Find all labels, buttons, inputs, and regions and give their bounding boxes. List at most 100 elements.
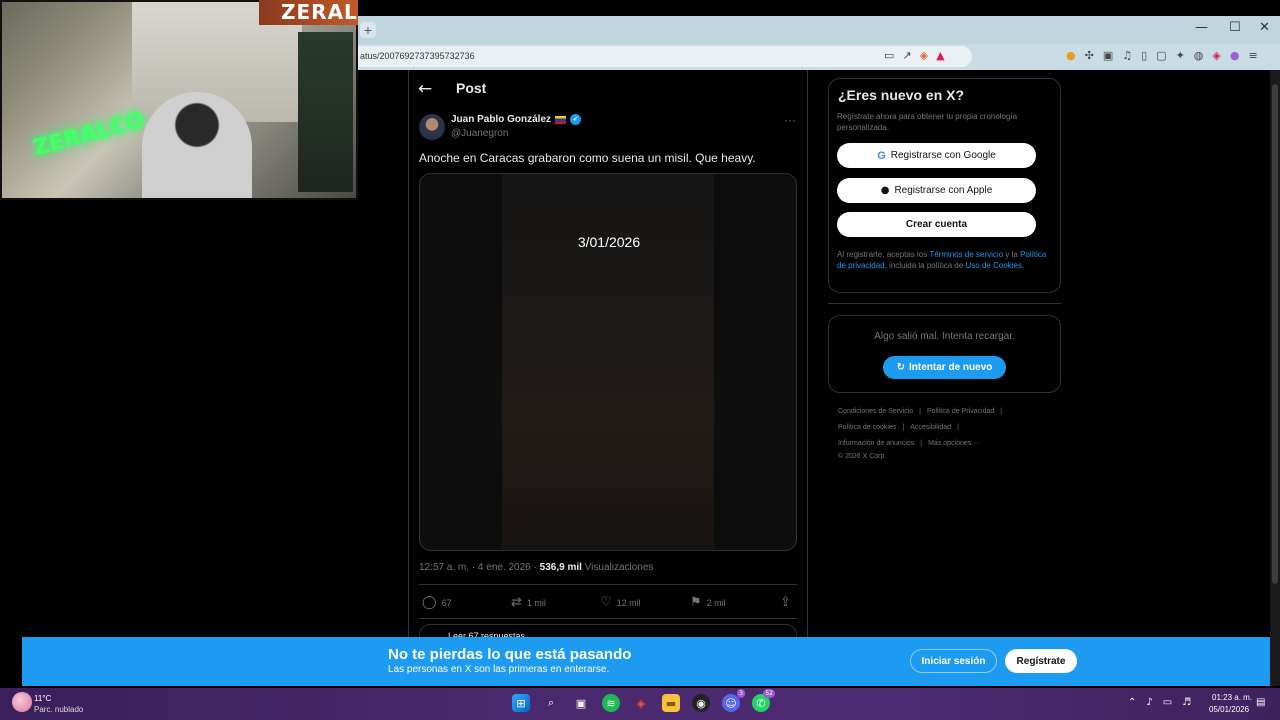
author-name[interactable]: Juan Pablo González: [451, 114, 551, 125]
bookmark-button[interactable]: ⚑ 2 mil: [690, 595, 726, 610]
login-button[interactable]: Iniciar sesión: [910, 649, 997, 673]
tweet-text: Anoche en Caracas grabaron como suena un…: [419, 151, 756, 165]
legal-mid2: , incluida la política de: [884, 261, 966, 270]
register-button[interactable]: Regístrate: [1005, 649, 1077, 673]
like-button[interactable]: ♡ 12 mil: [600, 595, 641, 610]
tweet-video[interactable]: 3/01/2026: [419, 173, 797, 551]
search-icon[interactable]: ⌕: [542, 694, 560, 712]
repost-button[interactable]: ⇄ 1 mil: [511, 595, 546, 610]
tweet-metadata: 12:57 a. m. · 4 ene. 2026 · 536,9 mil Vi…: [419, 562, 653, 573]
vpn-icon[interactable]: ◍: [1194, 49, 1204, 62]
rewards-icon[interactable]: ▲: [936, 49, 944, 62]
chevron-up-icon[interactable]: ⌃: [1128, 697, 1136, 708]
like-count: 12 mil: [616, 597, 641, 608]
leo-icon[interactable]: ✦: [1176, 49, 1185, 62]
share-icon[interactable]: ↗: [902, 49, 911, 62]
repost-icon: ⇄: [511, 595, 522, 610]
reply-icon: ◯: [422, 595, 437, 610]
puzzle-icon[interactable]: ✣: [1085, 49, 1094, 62]
verified-badge-icon: ✓: [570, 114, 582, 125]
address-bar-actions: ▭ ↗ ◈ ▲: [884, 49, 945, 62]
discord-badge: 3: [737, 689, 745, 698]
clock-date[interactable]: 05/01/2026: [1209, 705, 1249, 714]
terms-link[interactable]: Términos de servicio: [929, 250, 1003, 259]
cookies-link[interactable]: Uso de Cookies: [966, 261, 1022, 270]
avatar[interactable]: [419, 114, 445, 140]
clock-time[interactable]: 01:23 a. m.: [1212, 693, 1252, 702]
footer-link[interactable]: Política de Privacidad: [927, 408, 994, 415]
spotify-icon[interactable]: ≋: [602, 694, 620, 712]
refresh-icon: ↻: [896, 362, 906, 373]
weather-icon[interactable]: [12, 692, 32, 712]
weather-temperature[interactable]: 11°C: [34, 694, 51, 703]
footer-separator: |: [902, 424, 905, 431]
retry-button[interactable]: ↻ Intentar de nuevo: [883, 356, 1006, 379]
apple-signup-label: Registrarse con Apple: [894, 185, 993, 196]
legal-text: Al registrarte, aceptas los Términos de …: [837, 249, 1052, 271]
reply-count: 67: [441, 597, 452, 608]
footer-copyright: © 2026 X Corp.: [838, 453, 887, 460]
views-label: Visualizaciones: [581, 562, 654, 573]
minimize-icon[interactable]: —: [1195, 20, 1208, 35]
task-view-icon[interactable]: ▣: [572, 694, 590, 712]
more-options-icon[interactable]: ···: [784, 113, 796, 127]
column-divider: [807, 70, 808, 640]
address-bar[interactable]: atus/2007692737395732736: [340, 46, 972, 67]
start-icon[interactable]: ⊞: [512, 694, 530, 712]
sidebar-icon[interactable]: ▯: [1141, 49, 1147, 62]
new-tab-button[interactable]: +: [360, 22, 376, 38]
screenshot-icon[interactable]: ▣: [1103, 49, 1113, 62]
google-signup-button[interactable]: G Registrarse con Google: [837, 143, 1036, 168]
webcam-shelf: [298, 32, 353, 192]
footer-link[interactable]: Política de cookies: [838, 424, 896, 431]
divider: [419, 584, 797, 585]
whatsapp-icon[interactable]: ✆ 52: [752, 689, 775, 712]
whatsapp-badge: 52: [763, 689, 775, 698]
notifications-icon[interactable]: ▤: [1256, 697, 1265, 708]
share-button[interactable]: ⇪: [780, 595, 791, 610]
scrollbar-thumb[interactable]: [1272, 84, 1278, 584]
tweet-timestamp[interactable]: 12:57 a. m. · 4 ene. 2026 ·: [419, 562, 540, 573]
footer-more-link[interactable]: Más opciones ···: [928, 440, 980, 447]
extensions-bar: ● ✣ ▣ ♫ ▯ ▢ ✦ ◍ ◈ ● ≡: [1066, 49, 1258, 62]
microphone-icon[interactable]: ♪: [1146, 697, 1152, 708]
footer-link[interactable]: Información de anuncios: [838, 440, 914, 447]
weather-description[interactable]: Parc. nublado: [34, 705, 83, 714]
author-handle[interactable]: @Juanegron: [451, 128, 508, 139]
system-tray: ⌃ ♪ ▭ ♬: [1128, 697, 1191, 708]
footer-link[interactable]: Accesibilidad: [910, 424, 951, 431]
video-frame: [502, 174, 714, 550]
volume-icon[interactable]: ♬: [1182, 697, 1191, 708]
author-name-row[interactable]: Juan Pablo González ✓: [451, 114, 582, 125]
page-title: Post: [456, 80, 487, 96]
neon-sign: ZERALCO: [30, 107, 148, 162]
divider: [419, 618, 797, 619]
reply-button[interactable]: ◯ 67: [422, 595, 452, 610]
footer-link[interactable]: Condiciones de Servicio: [838, 408, 913, 415]
legal-mid: y la: [1003, 250, 1021, 259]
column-divider: [408, 70, 409, 640]
discord-icon[interactable]: ☺ 3: [722, 689, 745, 712]
share-icon: ⇪: [780, 595, 791, 610]
obs-icon[interactable]: ◉: [692, 694, 710, 712]
maximize-icon[interactable]: ☐: [1229, 20, 1241, 35]
cast-icon[interactable]: ▭: [884, 49, 894, 62]
back-arrow-icon[interactable]: ←: [418, 79, 432, 99]
profile-icon[interactable]: ●: [1230, 49, 1240, 62]
file-explorer-icon[interactable]: ▬: [662, 694, 680, 712]
brave-shield-badge-icon[interactable]: ◈: [1212, 49, 1220, 62]
music-icon[interactable]: ♫: [1122, 49, 1132, 62]
network-icon[interactable]: ▭: [1163, 697, 1172, 708]
wallet-icon[interactable]: ▢: [1156, 49, 1166, 62]
retry-label: Intentar de nuevo: [909, 362, 993, 373]
extension-icon[interactable]: ●: [1066, 49, 1076, 62]
apple-signup-button[interactable]: ● Registrarse con Apple: [837, 178, 1036, 203]
heart-icon: ♡: [600, 595, 612, 610]
menu-icon[interactable]: ≡: [1248, 49, 1257, 62]
brave-browser-icon[interactable]: ◈: [632, 694, 650, 712]
legal-prefix: Al registrarte, aceptas los: [837, 250, 930, 259]
signup-subtitle: Regístrate ahora para obtener tu propia …: [837, 112, 1018, 132]
create-account-button[interactable]: Crear cuenta: [837, 212, 1036, 237]
brave-shield-icon[interactable]: ◈: [920, 49, 928, 62]
close-icon[interactable]: ✕: [1259, 20, 1270, 35]
